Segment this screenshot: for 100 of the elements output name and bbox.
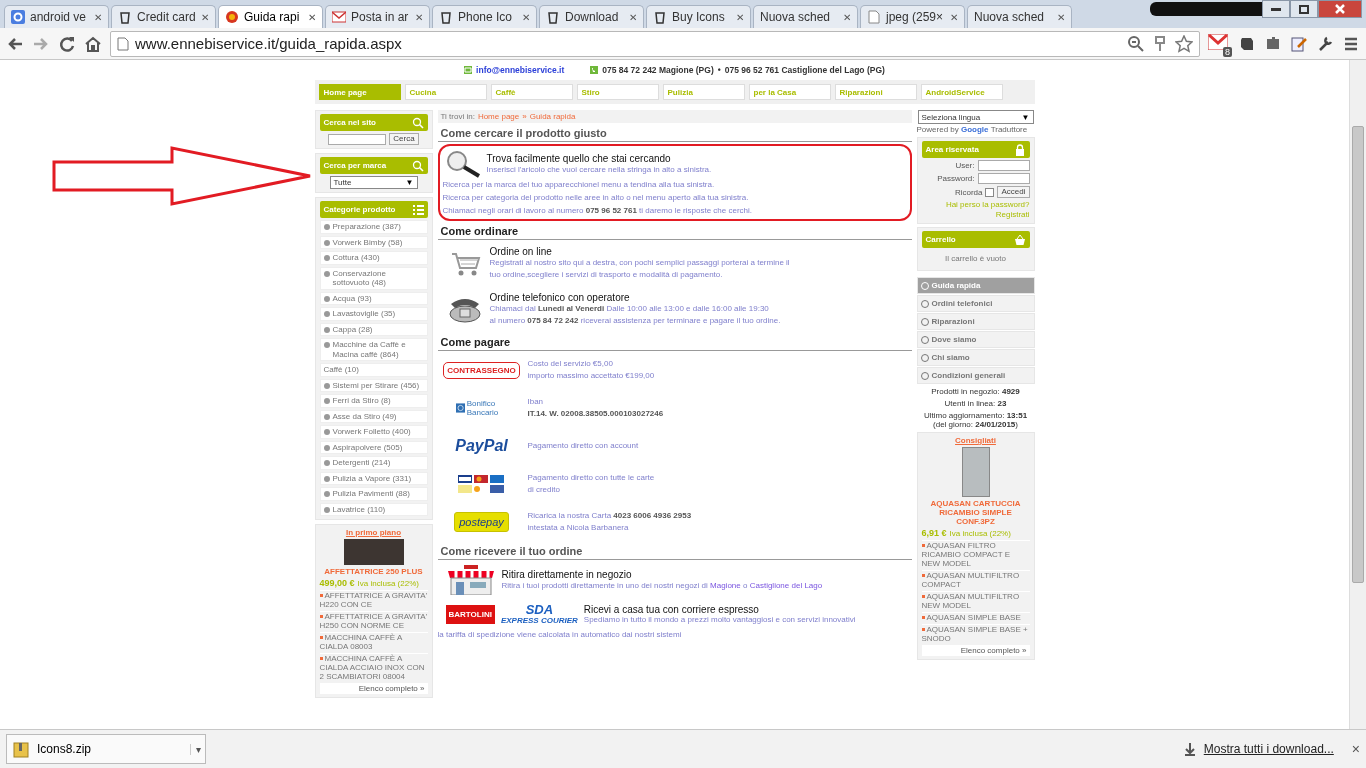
- close-icon[interactable]: ✕: [1057, 11, 1065, 23]
- category-item[interactable]: Vorwerk Folletto (400): [319, 425, 428, 439]
- basket-icon: [1013, 233, 1026, 246]
- full-list-link[interactable]: Elenco completo »: [319, 683, 428, 694]
- product-link[interactable]: AQUASAN MULTIFILTRO NEW MODEL: [921, 591, 1030, 610]
- menu-item[interactable]: Dove siamo: [916, 331, 1035, 348]
- shop-link[interactable]: Magione: [710, 580, 741, 590]
- menu-item[interactable]: Riparazioni: [916, 313, 1035, 330]
- category-item[interactable]: Ferri da Stiro (8): [319, 394, 428, 408]
- menu-item[interactable]: Ordini telefonici: [916, 295, 1035, 312]
- browser-tab[interactable]: Guida rapi ✕: [218, 5, 323, 28]
- panel-title: Area riservata: [925, 145, 979, 154]
- close-icon[interactable]: ✕: [94, 11, 102, 23]
- show-all-downloads-link[interactable]: Mostra tutti i download...: [1183, 742, 1334, 756]
- category-item[interactable]: Macchine da Caffè e Macina caffè (864): [319, 338, 428, 361]
- cart-status: Il carrello è vuoto: [944, 253, 1007, 265]
- category-item[interactable]: Asse da Stiro (49): [319, 409, 428, 423]
- menu-item[interactable]: Condizioni generali: [916, 367, 1035, 384]
- close-icon[interactable]: ✕: [950, 11, 958, 23]
- category-item[interactable]: Caffè (10): [319, 363, 428, 377]
- product-link[interactable]: AQUASAN FILTRO RICAMBIO COMPACT E NEW MODEL: [921, 540, 1030, 568]
- browser-tab[interactable]: Download ✕: [539, 5, 644, 28]
- close-icon[interactable]: ✕: [201, 11, 209, 23]
- stats-text: Utenti in linea: 23: [943, 399, 1008, 408]
- shop-link[interactable]: Castiglione del Lago: [749, 580, 823, 590]
- close-icon[interactable]: ✕: [736, 11, 744, 23]
- category-item[interactable]: Vorwerk Bimby (58): [319, 235, 428, 249]
- field-label: Ricorda: [954, 187, 983, 197]
- browser-tab[interactable]: android ve ✕: [4, 5, 109, 28]
- browser-tab[interactable]: Nuova sched ✕: [753, 5, 858, 28]
- category-item[interactable]: Cappa (28): [319, 322, 428, 336]
- product-link[interactable]: AFFETTATRICE A GRAVITA' H250 CON NORME CE: [319, 611, 428, 630]
- reload-icon[interactable]: [58, 34, 76, 53]
- product-link[interactable]: AQUASAN MULTIFILTRO COMPACT: [921, 570, 1030, 589]
- browser-tab[interactable]: Phone Ico ✕: [432, 5, 537, 28]
- mail-icon: [464, 66, 473, 74]
- product-name[interactable]: AFFETTATRICE 250 PLUS: [319, 567, 428, 576]
- phone-number: 075 96 52 761 Castiglione del Lago (PG): [724, 65, 885, 75]
- breadcrumb-link[interactable]: Home page: [477, 112, 520, 121]
- payment-text: Pagamento diretto con tutte le carte: [527, 472, 655, 484]
- product-link[interactable]: MACCHINA CAFFÈ A CIALDA 08003: [319, 632, 428, 651]
- help-text: Inserisci l'aricolo che vuoi cercare nella stringa in alto a sinistra.: [486, 164, 712, 176]
- minimize-button[interactable]: [1262, 0, 1290, 18]
- category-item[interactable]: Sistemi per Stirare (456): [319, 378, 428, 392]
- search-field[interactable]: [328, 133, 387, 145]
- zoom-icon[interactable]: [1127, 34, 1145, 53]
- close-icon[interactable]: ×: [1351, 741, 1360, 757]
- remember-checkbox[interactable]: [985, 187, 995, 197]
- close-icon[interactable]: ✕: [843, 11, 851, 23]
- panel-title: Cerca nel sito: [323, 118, 376, 127]
- language-dropdown[interactable]: Seleziona lingua ▼: [917, 110, 1034, 124]
- close-icon[interactable]: ✕: [308, 11, 316, 23]
- section-heading: Come pagare: [437, 332, 912, 351]
- close-button[interactable]: [1318, 0, 1362, 18]
- category-item[interactable]: Aspirapolvere (505): [319, 440, 428, 454]
- full-list-link[interactable]: Elenco completo »: [921, 645, 1030, 656]
- product-price: 6,91 €: [921, 528, 947, 538]
- category-item[interactable]: Conservazione sottovuoto (48): [319, 266, 428, 290]
- login-button[interactable]: Accedi: [997, 186, 1030, 198]
- category-item[interactable]: Lavastoviglie (35): [319, 307, 428, 321]
- product-link[interactable]: AQUASAN SIMPLE BASE: [921, 612, 1030, 622]
- category-item[interactable]: Pulizia a Vapore (331): [319, 471, 428, 485]
- browser-tab[interactable]: Nuova sched ✕: [967, 5, 1072, 28]
- edit-icon[interactable]: [1290, 34, 1308, 53]
- download-item[interactable]: Icons8.zip ▾: [6, 734, 206, 764]
- product-link[interactable]: AQUASAN SIMPLE BASE + SNODO: [921, 624, 1030, 643]
- search-button[interactable]: Cerca: [389, 133, 419, 145]
- browser-tab[interactable]: jpeg (259× ✕: [860, 5, 965, 28]
- product-link[interactable]: AFFETTATRICE A GRAVITA' H220 CON CE: [319, 590, 428, 609]
- category-item[interactable]: Detergenti (214): [319, 456, 428, 470]
- brand-dropdown[interactable]: Tutte ▼: [329, 176, 418, 189]
- category-item[interactable]: Preparazione (387): [319, 220, 428, 234]
- close-icon[interactable]: ✕: [415, 11, 423, 23]
- browser-tab[interactable]: Buy Icons ✕: [646, 5, 751, 28]
- postepay-logo: postepay: [454, 512, 509, 532]
- browser-tab[interactable]: Posta in ar ✕: [325, 5, 430, 28]
- cup-icon: [546, 10, 560, 24]
- category-item[interactable]: Lavatrice (110): [319, 502, 428, 516]
- menu-item[interactable]: Chi siamo: [916, 349, 1035, 366]
- cup-icon: [653, 10, 667, 24]
- email-link[interactable]: info@ennebiservice.it: [476, 65, 565, 75]
- password-field[interactable]: [977, 173, 1030, 184]
- close-icon[interactable]: ✕: [629, 11, 637, 23]
- download-icon: [1183, 742, 1196, 756]
- minimize-icon: [1271, 7, 1281, 11]
- maximize-button[interactable]: [1290, 0, 1318, 18]
- product-name[interactable]: AQUASAN CARTUCCIA RICAMBIO SIMPLE CONF.3PZ: [921, 499, 1030, 526]
- address-bar[interactable]: www.ennebiservice.it/guida_rapida.aspx: [110, 30, 1200, 57]
- menu-item[interactable]: Guida rapida: [916, 277, 1035, 294]
- panel-title: In primo piano: [344, 528, 403, 537]
- user-field[interactable]: [977, 160, 1030, 171]
- home-icon[interactable]: [84, 34, 102, 53]
- category-item[interactable]: Cottura (430): [319, 251, 428, 265]
- category-item[interactable]: Acqua (93): [319, 291, 428, 305]
- scrollbar[interactable]: [1349, 60, 1366, 730]
- star-icon[interactable]: [1175, 34, 1193, 53]
- category-item[interactable]: Pulizia Pavimenti (88): [319, 487, 428, 501]
- close-icon[interactable]: ✕: [522, 11, 530, 23]
- browser-tab[interactable]: Credit card ✕: [111, 5, 216, 28]
- product-link[interactable]: MACCHINA CAFFÈ A CIALDA ACCIAIO INOX CON 2 SCAMBIATORI 08004: [319, 653, 428, 681]
